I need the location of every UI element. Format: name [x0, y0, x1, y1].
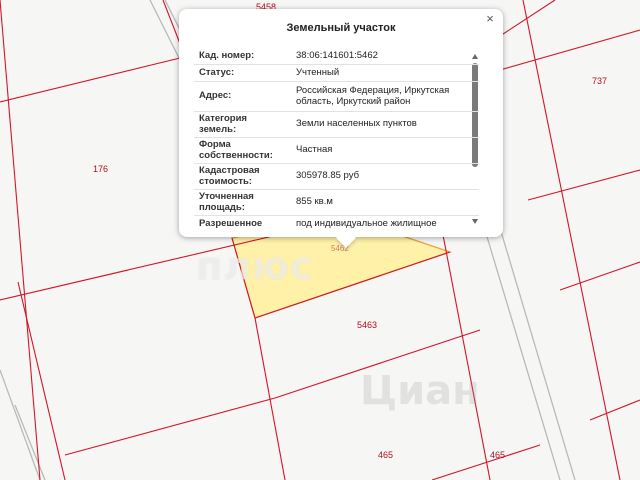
row-value: 38:06:141601:5462 — [288, 47, 479, 65]
popup-title: Земельный участок — [286, 22, 396, 34]
close-icon[interactable]: × — [484, 12, 496, 25]
parcel-info-popup: Земельный участок × Кад. номер: 38:06:14… — [179, 9, 503, 237]
row-key: Статус: — [194, 64, 288, 82]
row-value: Частная — [288, 137, 479, 164]
row-value: под индивидуальное жилищное — [296, 218, 437, 229]
row-value: 855 кв.м — [288, 189, 479, 216]
parcel-label: 737 — [592, 76, 607, 86]
table-row: Кадастровая стоимость: 305978.85 руб — [194, 163, 479, 190]
parcel-details-table: Кад. номер: 38:06:141601:5462 Статус: Уч… — [194, 47, 479, 231]
table-row: Форма собственности: Частная — [194, 137, 479, 164]
table-row: Адрес: Российская Федерация, Иркутская о… — [194, 81, 479, 112]
row-key: Кад. номер: — [194, 47, 288, 65]
parcel-details-scroll[interactable]: Кад. номер: 38:06:141601:5462 Статус: Уч… — [194, 47, 479, 231]
table-row: Разрешенное под индивидуальное жилищное — [194, 215, 479, 231]
row-value: 305978.85 руб — [288, 163, 479, 190]
parcel-label: 465 — [378, 450, 393, 460]
parcel-label: 465 — [490, 450, 505, 460]
row-value: Российская Федерация, Иркутская область,… — [288, 81, 479, 112]
row-key: Разрешенное — [199, 218, 263, 229]
table-row: Уточненная площадь: 855 кв.м — [194, 189, 479, 216]
row-key: Категория земель: — [194, 111, 288, 138]
row-value: Земли населенных пунктов — [288, 111, 479, 138]
row-key: Уточненная площадь: — [194, 189, 288, 216]
table-row: Статус: Учтенный — [194, 64, 479, 82]
parcel-label: 176 — [93, 164, 108, 174]
row-key: Форма собственности: — [194, 137, 288, 164]
row-key: Адрес: — [194, 81, 288, 112]
parcel-label: 5463 — [357, 320, 377, 330]
table-row: Категория земель: Земли населенных пункт… — [194, 111, 479, 138]
row-value: Учтенный — [288, 64, 479, 82]
row-key: Кадастровая стоимость: — [194, 163, 288, 190]
table-row: Кад. номер: 38:06:141601:5462 — [194, 47, 479, 65]
